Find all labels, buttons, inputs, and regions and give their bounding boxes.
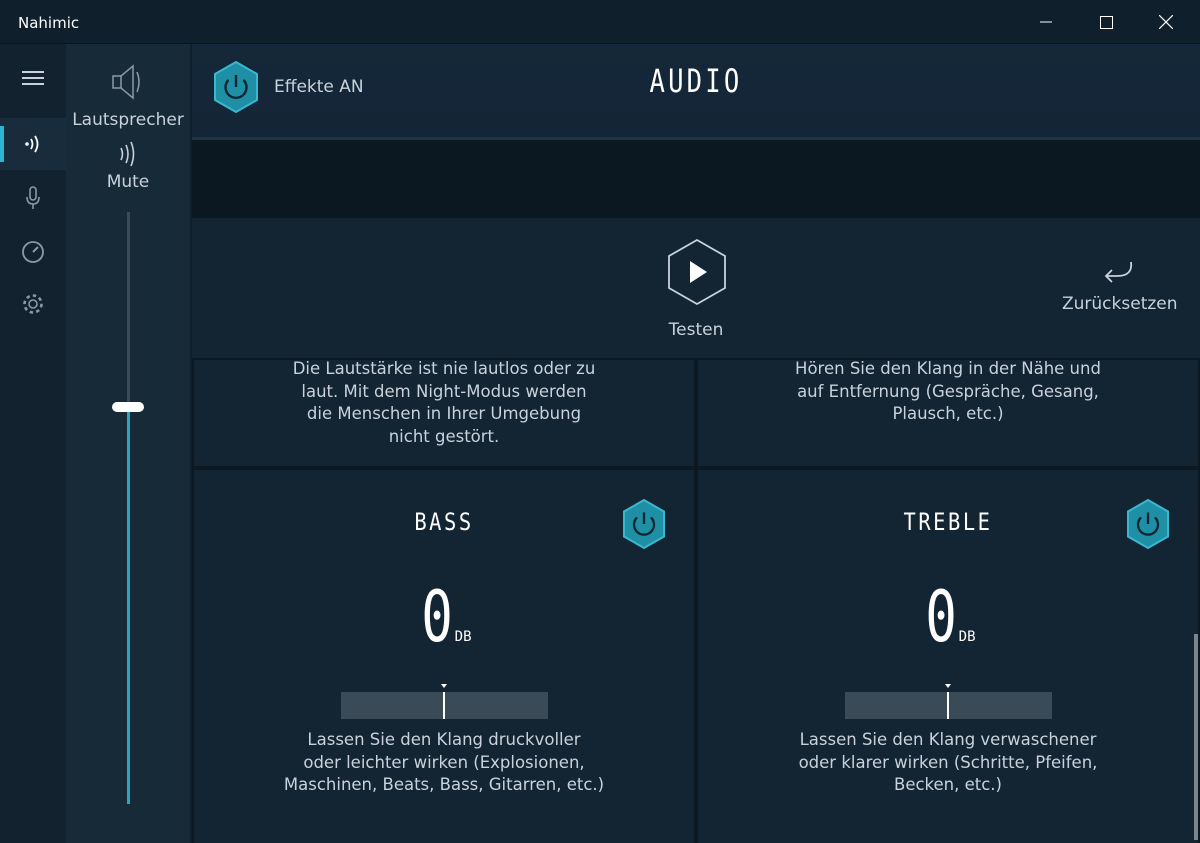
nav-sidebar [0,44,66,843]
minimize-button[interactable] [1016,0,1076,44]
speaker-wave-icon [23,133,43,155]
microphone-icon [25,186,41,210]
test-area: Testen Zurücksetzen [192,218,1200,358]
bass-panel: BASS 0DB Lassen Sie den Klang druckvolle… [194,470,694,843]
speaker-icon [110,62,144,102]
night-mode-panel: Die Lautstärke ist nie lautlos oder zu l… [194,359,694,466]
bass-description: Lassen Sie den Klang druckvoller oder le… [283,730,605,794]
effects-power-button[interactable] [212,60,260,114]
header: Effekte AN AUDIO [192,44,1200,140]
night-mode-description: Die Lautstärke ist nie lautlos oder zu l… [292,359,596,446]
mute-button[interactable] [118,140,138,168]
treble-slider-pointer [945,684,951,688]
treble-slider[interactable] [845,684,1052,719]
nav-item-settings[interactable] [0,278,66,330]
treble-power-button[interactable] [1125,498,1171,550]
test-label: Testen [668,320,724,340]
close-icon [1159,15,1173,29]
gear-icon [21,292,45,316]
power-icon [621,498,667,550]
bass-slider-pointer [441,684,447,688]
nav-item-microphone[interactable] [0,172,66,224]
title-bar: Nahimic [0,0,1200,44]
bass-title: BASS [414,508,474,536]
volume-slider-track[interactable] [127,212,130,804]
treble-panel: TREBLE 0DB Lassen Sie den Klang verwasch… [698,470,1198,843]
speaker-device-button[interactable] [110,62,144,102]
preset-band [192,144,1200,218]
minimize-icon [1040,16,1052,28]
volume-panel: Lautsprecher Mute [66,44,190,843]
nav-item-audio[interactable] [0,118,66,170]
device-label: Lautsprecher [72,110,184,130]
page-title: AUDIO [649,62,743,100]
reset-button[interactable]: Zurücksetzen [1062,260,1178,314]
gauge-icon [21,240,45,264]
treble-value: 0DB [925,576,976,658]
bass-slider[interactable] [341,684,548,719]
bass-value: 0DB [421,576,472,658]
test-play-button[interactable] [666,238,728,306]
menu-button[interactable] [0,52,66,104]
treble-description: Lassen Sie den Klang verwaschener oder k… [798,730,1098,794]
menu-icon [22,70,44,86]
power-icon [1125,498,1171,550]
scrollbar[interactable] [1194,634,1198,840]
reset-label: Zurücksetzen [1062,294,1178,314]
power-icon [212,60,260,114]
maximize-button[interactable] [1076,0,1136,44]
bass-slider-thumb[interactable] [443,692,445,719]
volume-slider-thumb[interactable] [112,402,144,412]
voice-panel: Hören Sie den Klang in der Nähe und auf … [698,359,1198,466]
bass-power-button[interactable] [621,498,667,550]
main-content: Effekte AN AUDIO Testen Zurücksetzen Die… [192,44,1200,843]
treble-slider-thumb[interactable] [947,692,949,719]
volume-slider-fill [127,407,130,804]
mute-label: Mute [106,172,150,192]
close-button[interactable] [1136,0,1196,44]
treble-title: TREBLE [903,508,993,536]
play-icon [666,238,728,306]
voice-description: Hören Sie den Klang in der Nähe und auf … [795,359,1101,423]
return-arrow-icon [1101,260,1135,286]
maximize-icon [1099,15,1113,29]
sound-wave-icon [118,140,138,168]
nav-item-gauge[interactable] [0,226,66,278]
app-title: Nahimic [18,14,80,32]
